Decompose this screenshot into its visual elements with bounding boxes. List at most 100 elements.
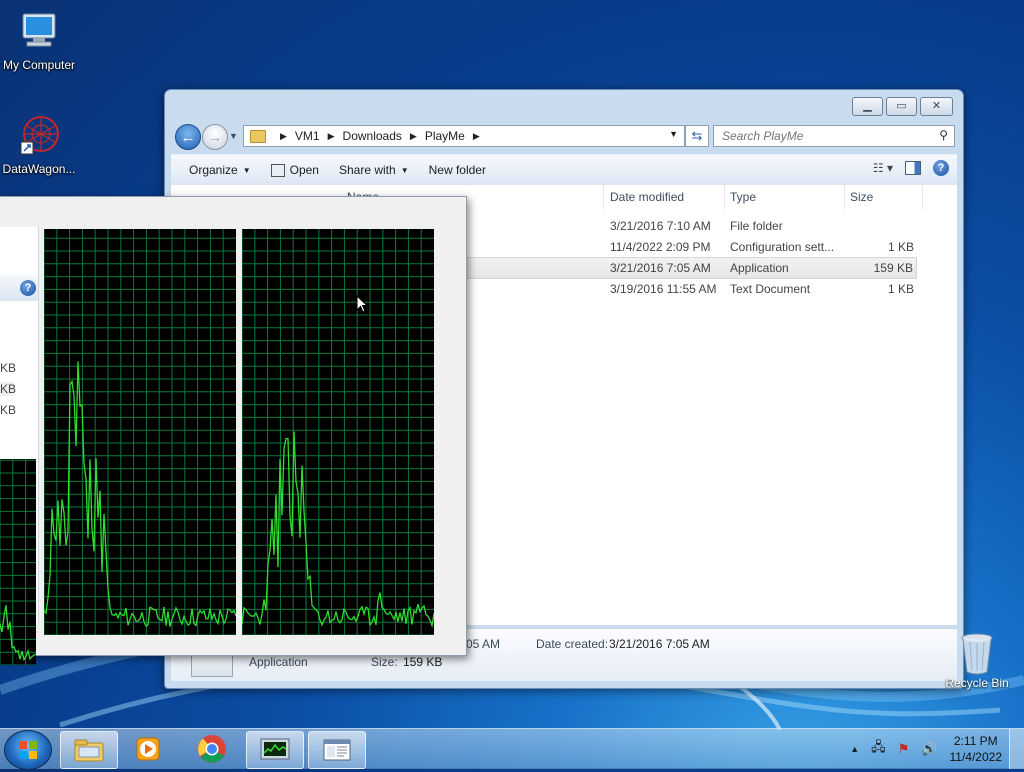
new-folder-label: New folder (428, 163, 486, 177)
window-icon (323, 739, 351, 761)
background-toolbar: ? (0, 275, 38, 301)
breadcrumb-chevron-icon[interactable]: ▶ (410, 131, 417, 142)
list-fragment: KB (0, 403, 17, 417)
open-button[interactable]: Open (261, 163, 329, 177)
list-fragment: KB (0, 382, 17, 396)
cpu-graph-window[interactable]: ? KB KB KB (0, 196, 467, 665)
resource-monitor-icon (260, 738, 290, 760)
desktop-icon-label: DataWagon... (2, 162, 76, 176)
file-type: Configuration sett... (730, 240, 835, 254)
desktop-icon-label: My Computer (2, 58, 76, 72)
details-type: Application (249, 655, 308, 669)
taskbar-window-button[interactable] (308, 731, 366, 769)
column-header-type[interactable]: Type (730, 185, 756, 209)
column-size-label: Size (850, 190, 874, 204)
taskbar-explorer-button[interactable] (60, 731, 118, 769)
cpu-graph-core-1 (44, 229, 236, 635)
file-size: 1 KB (887, 282, 914, 296)
navigation-bar: ← → ▼ ▶ VM1 ▶ Downloads ▶ PlayMe ▶ ▼ ⇆ ⚲ (173, 124, 955, 150)
folder-icon (250, 129, 266, 143)
cpu-graph-partial (0, 459, 36, 665)
chevron-down-icon: ▼ (242, 165, 251, 175)
system-tray: ▲ 🖧 ⚑ 🔊 2:11 PM 11/4/2022 (850, 733, 1002, 765)
open-label: Open (289, 163, 319, 177)
file-date: 3/19/2016 11:55 AM (610, 282, 717, 296)
show-desktop-button[interactable] (1009, 729, 1024, 769)
help-icon: ? (20, 280, 36, 296)
close-button[interactable]: ✕ (920, 97, 953, 116)
search-icon[interactable]: ⚲ (939, 128, 948, 142)
history-dropdown-icon[interactable]: ▼ (229, 131, 238, 141)
computer-icon (15, 8, 63, 56)
details-date-created: 3/21/2016 7:05 AM (609, 637, 710, 651)
action-center-flag-icon[interactable]: ⚑ (898, 741, 910, 757)
clock-date: 11/4/2022 (949, 750, 1003, 764)
file-size: 159 KB (873, 261, 913, 275)
show-hidden-icons-icon[interactable]: ▲ (850, 744, 859, 754)
datawagon-icon (15, 112, 63, 160)
command-bar: Organize ▼ Open Share with ▼ New folder ☷ … (171, 154, 957, 186)
taskbar: ▲ 🖧 ⚑ 🔊 2:11 PM 11/4/2022 (0, 728, 1024, 770)
minimize-button[interactable]: ▁ (852, 97, 883, 116)
details-size: 159 KB (403, 655, 443, 669)
clock[interactable]: 2:11 PM 11/4/2022 (950, 733, 1003, 765)
search-input[interactable] (720, 128, 924, 144)
open-app-icon (270, 163, 285, 177)
taskbar-chrome-button[interactable] (184, 731, 240, 767)
minimize-icon: ▁ (863, 100, 872, 112)
organize-button[interactable]: Organize ▼ (179, 163, 261, 177)
share-with-label: Share with (338, 163, 396, 177)
help-icon[interactable]: ? (933, 160, 949, 176)
back-arrow-icon: ← (180, 128, 196, 146)
details-date-created-label: Date created: (536, 637, 609, 651)
column-header-date-modified[interactable]: Date modified (610, 185, 684, 209)
desktop-icon-my-computer[interactable]: My Computer (0, 8, 82, 72)
view-options-icon[interactable]: ☷ ▾ (873, 161, 893, 175)
forward-button[interactable]: → (202, 124, 228, 150)
back-button[interactable]: ← (175, 124, 201, 150)
breadcrumb-chevron-icon[interactable]: ▶ (328, 131, 335, 142)
taskbar-resource-monitor-button[interactable] (246, 731, 304, 769)
close-icon: ✕ (931, 100, 942, 112)
breadcrumb-chevron-icon[interactable]: ▶ (473, 131, 480, 142)
details-size-label: Size: (371, 655, 398, 669)
clock-time: 2:11 PM (953, 734, 998, 748)
cpu-graph-core-2 (242, 229, 434, 635)
breadcrumb-downloads[interactable]: Downloads (343, 129, 402, 143)
refresh-icon: ⇆ (691, 128, 703, 143)
desktop-icon-datawagon[interactable]: DataWagon... (0, 112, 82, 176)
windows-logo-icon (19, 741, 37, 759)
address-dropdown-icon[interactable]: ▼ (669, 129, 678, 139)
new-folder-button[interactable]: New folder (419, 163, 496, 177)
taskbar-media-player-button[interactable] (120, 731, 176, 767)
forward-arrow-icon: → (208, 129, 222, 145)
organize-label: Organize (189, 163, 238, 177)
file-type: Text Document (730, 282, 811, 296)
media-player-icon (136, 737, 160, 761)
column-date-label: Date modified (610, 190, 685, 204)
desktop-icon-recycle-bin[interactable]: Recycle Bin (940, 632, 1014, 690)
details-modified: 05 AM (466, 637, 501, 651)
breadcrumb-chevron-icon[interactable]: ▶ (280, 131, 287, 142)
file-type: Application (730, 261, 789, 275)
refresh-button[interactable]: ⇆ (685, 125, 709, 147)
share-with-button[interactable]: Share with ▼ (329, 163, 419, 177)
maximize-button[interactable]: ▭ (886, 97, 917, 116)
network-icon[interactable]: 🖧 (871, 738, 886, 760)
start-button[interactable] (4, 730, 52, 770)
recycle-bin-icon (960, 632, 994, 676)
file-date: 3/21/2016 7:05 AM (610, 261, 711, 275)
list-fragment: KB (0, 361, 17, 375)
preview-pane-icon[interactable] (905, 161, 921, 175)
breadcrumb-vm1[interactable]: VM1 (295, 129, 320, 143)
volume-icon[interactable]: 🔊 (921, 741, 937, 757)
background-list-fragment: ? KB KB KB (0, 227, 39, 665)
file-type: File folder (730, 219, 783, 233)
mouse-cursor-icon (356, 295, 368, 313)
breadcrumb-playme[interactable]: PlayMe (425, 129, 465, 143)
column-header-size[interactable]: Size (850, 185, 873, 209)
file-row-selected[interactable]: 3/21/2016 7:05 AM Application 159 KB (465, 257, 917, 279)
search-box[interactable]: ⚲ (713, 125, 955, 147)
file-date: 11/4/2022 2:09 PM (610, 240, 711, 254)
address-bar[interactable]: ▶ VM1 ▶ Downloads ▶ PlayMe ▶ ▼ (243, 125, 685, 147)
